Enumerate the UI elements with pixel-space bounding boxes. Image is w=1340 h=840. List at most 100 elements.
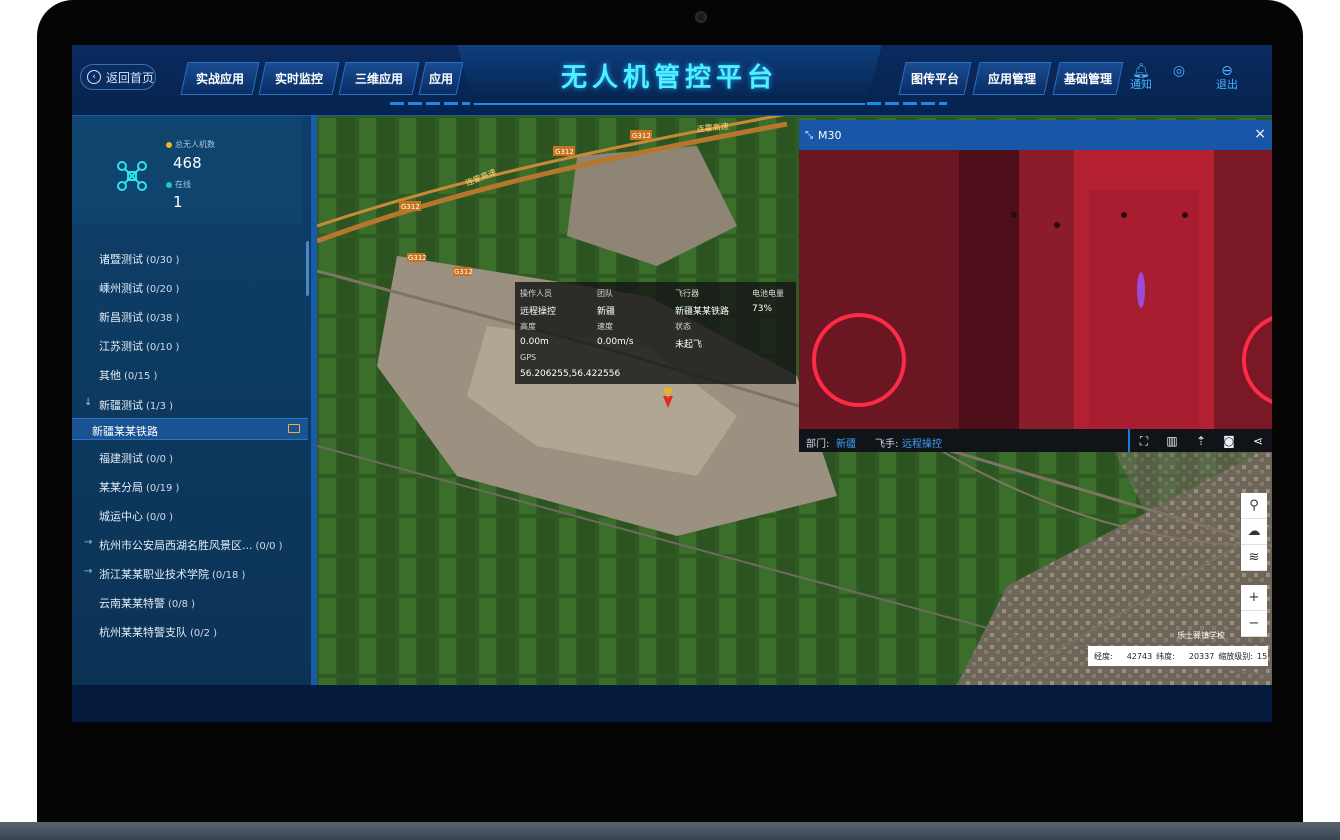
back-home-label: 返回首页 xyxy=(106,70,155,85)
road-label: G312 xyxy=(555,148,574,156)
expand-icon[interactable]: ⤡ xyxy=(805,130,813,141)
video-panel: ⤡ M30 × 部门: 新疆 飞手: 远程操控 ⛶ ▥ ⇡ ◙ ⋖ xyxy=(799,120,1272,452)
tree-item[interactable]: 诸暨测试 (0/30 ) xyxy=(99,251,179,267)
speed-label: 速度 xyxy=(597,322,613,331)
video-header: ⤡ M30 × xyxy=(799,120,1272,150)
notify-button[interactable]: 🔔︎ 通知 xyxy=(1126,63,1156,92)
tab-realtime[interactable]: 实时监控 xyxy=(258,62,340,95)
user-button[interactable]: ◎ xyxy=(1164,63,1194,79)
status-dot xyxy=(166,181,172,188)
search-icon[interactable]: ⚲ xyxy=(1241,493,1267,519)
sidebar-scrollbar[interactable] xyxy=(306,241,309,296)
expand-right-icon[interactable]: → xyxy=(84,566,92,577)
team-value: 新疆 xyxy=(597,307,616,317)
zoom-out-button[interactable]: − xyxy=(1241,611,1267,637)
laptop-base xyxy=(0,822,1340,840)
drone-info-popup: 操作人员 远程操控 团队 新疆 飞行器 新疆某某铁路 电池电量 73% 高度 0… xyxy=(515,282,796,384)
camera-icon[interactable] xyxy=(288,424,300,433)
total-label-text: 总无人机数 xyxy=(175,140,215,149)
drone-stats: 总无人机数 468 在线 1 xyxy=(72,116,302,224)
map-tools: ⚲ ☁ ≋ xyxy=(1241,493,1267,571)
status-value: 未起飞 xyxy=(675,340,703,350)
tab-3d[interactable]: 三维应用 xyxy=(338,62,420,95)
tree-item[interactable]: 江苏测试 (0/10 ) xyxy=(99,338,179,354)
tab-label: 实时监控 xyxy=(274,72,323,86)
cloud-icon[interactable]: ☁ xyxy=(1241,519,1267,545)
expand-down-icon[interactable]: ↓ xyxy=(84,397,92,408)
zoom-value: 15 xyxy=(1257,651,1268,661)
layout-icon[interactable]: ▥ xyxy=(1164,433,1180,449)
close-icon[interactable]: × xyxy=(1254,126,1266,142)
share-icon[interactable]: ⋖ xyxy=(1250,433,1266,449)
battery-value: 73% xyxy=(752,304,773,314)
footer-bar xyxy=(72,685,1272,722)
team-label: 团队 xyxy=(597,289,613,298)
selected-drone-label: 新疆某某铁路 xyxy=(92,425,158,438)
tree-item[interactable]: 城运中心 (0/0 ) xyxy=(99,508,173,524)
zoom-in-button[interactable]: + xyxy=(1241,585,1267,611)
video-feed[interactable] xyxy=(799,150,1272,429)
aircraft-label: 飞行器 xyxy=(675,289,699,298)
logout-label: 退出 xyxy=(1216,78,1238,92)
logout-button[interactable]: ⊖ 退出 xyxy=(1212,63,1242,92)
battery-label: 电池电量 xyxy=(752,289,784,298)
tree-item[interactable]: 浙江某某职业技术学院 (0/18 ) xyxy=(99,566,245,582)
tree-item[interactable]: 其他 (0/15 ) xyxy=(99,367,157,383)
tree-item[interactable]: 新昌测试 (0/38 ) xyxy=(99,309,179,325)
tab-label: 基础管理 xyxy=(1063,72,1112,86)
thermal-image xyxy=(799,150,1272,429)
chevron-left-icon: ‹ xyxy=(87,70,101,84)
camera-icon[interactable]: ◙ xyxy=(1221,433,1237,449)
sidebar: 总无人机数 468 在线 1 诸暨测试 (0/30 ) 嵊州测试 (0/20 ) 新… xyxy=(72,116,317,685)
tree-item[interactable]: 杭州市公安局西湖名胜风景区... (0/0 ) xyxy=(99,537,283,553)
bell-icon: 🔔︎ xyxy=(1132,63,1150,79)
tab-label: 三维应用 xyxy=(354,72,403,86)
tree-item[interactable]: 新疆测试 (1/3 ) xyxy=(99,397,173,413)
road-label: G312 xyxy=(408,254,427,262)
tree-item[interactable]: 某某分局 (0/19 ) xyxy=(99,479,179,495)
tab-label: 应用管理 xyxy=(987,72,1036,86)
tree-item[interactable]: 嵊州测试 (0/20 ) xyxy=(99,280,179,296)
status-dot xyxy=(166,141,172,148)
tab-label: 应用 xyxy=(428,72,453,86)
notify-label: 通知 xyxy=(1130,78,1152,92)
sidebar-border xyxy=(311,116,317,685)
back-home-button[interactable]: ‹ 返回首页 xyxy=(80,64,156,90)
fullscreen-icon[interactable]: ⛶ xyxy=(1136,433,1152,449)
tree-item[interactable]: 云南某某特警 (0/8 ) xyxy=(99,595,195,611)
tab-label: 实战应用 xyxy=(195,72,244,86)
divider xyxy=(1128,429,1130,452)
tab-app-management[interactable]: 应用管理 xyxy=(972,62,1052,95)
app-header: 无人机管控平台 ‹ 返回首页 实战应用 实时监控 三维应用 应用 图传平台 应用… xyxy=(72,45,1272,116)
tab-base-management[interactable]: 基础管理 xyxy=(1052,62,1124,95)
tree-item-selected[interactable]: 新疆某某铁路 xyxy=(72,418,308,440)
pilot-value: 远程操控 xyxy=(902,439,942,450)
lon-label: 经度: xyxy=(1094,651,1113,661)
coordinate-readout: 经度: 42743 纬度: 20337 缩放级别: 15 xyxy=(1088,646,1268,666)
expand-right-icon[interactable]: → xyxy=(84,537,92,548)
zoom-controls: + − xyxy=(1241,585,1267,637)
total-drones-label: 总无人机数 xyxy=(166,139,215,150)
lon-value: 42743 xyxy=(1126,651,1153,661)
tree-item[interactable]: 福建测试 (0/0 ) xyxy=(99,450,173,466)
rocket-icon[interactable]: ⇡ xyxy=(1193,433,1209,449)
dept-label: 部门: xyxy=(806,439,830,450)
gps-label: GPS xyxy=(520,353,537,362)
operator-value: 远程操控 xyxy=(520,307,557,317)
user-icon: ◎ xyxy=(1172,63,1186,79)
tree-item[interactable]: 杭州某某特警支队 (0/2 ) xyxy=(99,624,217,640)
road-label: G312 xyxy=(401,203,420,211)
online-drones-label: 在线 xyxy=(166,179,191,190)
total-drones-value: 468 xyxy=(173,154,202,172)
video-footer: 部门: 新疆 飞手: 远程操控 ⛶ ▥ ⇡ ◙ ⋖ xyxy=(799,429,1272,452)
status-label: 状态 xyxy=(675,322,691,331)
tab-image-transfer[interactable]: 图传平台 xyxy=(898,62,972,95)
zoom-label: 缩放级别: xyxy=(1218,651,1254,661)
height-label: 高度 xyxy=(520,322,536,331)
video-title: M30 xyxy=(818,128,842,142)
tab-combat[interactable]: 实战应用 xyxy=(180,62,260,95)
height-value: 0.00m xyxy=(520,337,549,347)
tab-app[interactable]: 应用 xyxy=(418,62,464,95)
layers-icon[interactable]: ≋ xyxy=(1241,545,1267,571)
operator-label: 操作人员 xyxy=(520,289,552,298)
